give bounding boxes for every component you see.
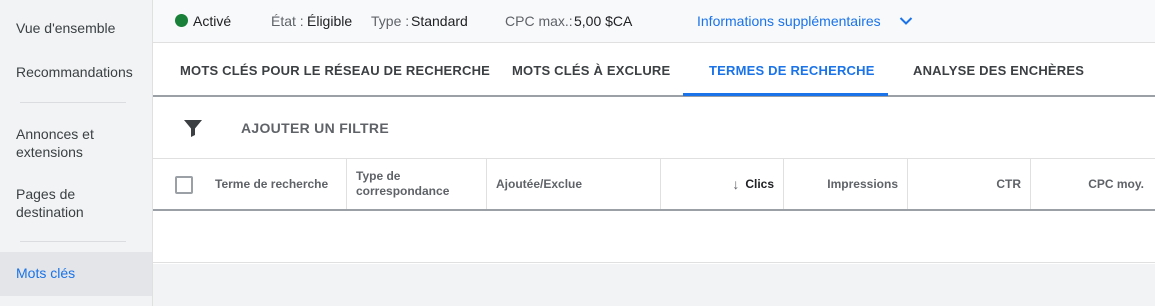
sidebar-item-landing-pages[interactable]: Pages de destination	[16, 185, 126, 221]
sidebar-item-label: Mots clés	[16, 265, 76, 281]
chevron-down-icon[interactable]	[898, 13, 914, 29]
add-filter-button[interactable]: AJOUTER UN FILTRE	[241, 120, 389, 136]
column-label: Ajoutée/Exclue	[496, 176, 583, 191]
tab-negative-keywords[interactable]: MOTS CLÉS À EXCLURE	[512, 63, 670, 78]
column-header-clicks[interactable]: ↓ Clics	[661, 159, 774, 209]
sidebar-item-ads-extensions[interactable]: Annonces et extensions	[16, 125, 126, 161]
active-tab-indicator	[683, 93, 888, 96]
column-header-impressions[interactable]: Impressions	[784, 159, 898, 209]
column-label: Impressions	[827, 176, 898, 191]
sidebar-item-label: Annonces et extensions	[16, 126, 94, 160]
cpc-label: CPC max.:	[505, 13, 573, 29]
state-value: Éligible	[307, 13, 353, 29]
filter-icon[interactable]	[183, 118, 203, 138]
more-info-link[interactable]: Informations supplémentaires	[697, 12, 881, 30]
tab-bar: MOTS CLÉS POUR LE RÉSEAU DE RECHERCHE MO…	[153, 43, 1155, 97]
column-label: Type de correspondance	[356, 169, 450, 198]
sidebar-divider	[20, 102, 126, 103]
sidebar: Vue d'ensemble Recommandations Annonces …	[0, 0, 153, 306]
type-value: Standard	[411, 13, 468, 29]
column-label: Clics	[745, 176, 774, 191]
table-body	[153, 211, 1155, 263]
select-all-checkbox[interactable]	[175, 176, 193, 194]
tab-auction-insights[interactable]: ANALYSE DES ENCHÈRES	[913, 63, 1084, 78]
column-separator	[486, 159, 487, 209]
column-header-avg-cpc[interactable]: CPC moy.	[1031, 159, 1144, 209]
column-label: CPC moy.	[1088, 176, 1144, 191]
column-label: Terme de recherche	[215, 176, 329, 191]
table-footer-area	[153, 264, 1155, 306]
cpc-value: 5,00 $CA	[574, 13, 633, 29]
type-label: Type :	[371, 13, 410, 29]
status-dot-icon	[175, 14, 188, 27]
sort-descending-icon: ↓	[732, 175, 740, 192]
tab-search-terms[interactable]: TERMES DE RECHERCHE	[709, 63, 875, 78]
sidebar-divider	[20, 241, 126, 242]
state-label: État :	[271, 13, 304, 29]
status-bar: Activé État : Éligible Type : Standard C…	[153, 0, 1155, 43]
column-header-search-term[interactable]: Terme de recherche	[215, 159, 343, 209]
sidebar-item-recommendations[interactable]: Recommandations	[16, 63, 133, 81]
tab-search-keywords[interactable]: MOTS CLÉS POUR LE RÉSEAU DE RECHERCHE	[180, 63, 490, 78]
column-separator	[346, 159, 347, 209]
column-header-ctr[interactable]: CTR	[908, 159, 1021, 209]
table-header: Terme de recherche Type de correspondanc…	[153, 159, 1155, 211]
filter-bar: AJOUTER UN FILTRE	[153, 97, 1155, 159]
column-header-added-excluded[interactable]: Ajoutée/Exclue	[496, 159, 656, 209]
sidebar-item-label: Vue d'ensemble	[16, 20, 116, 36]
sidebar-item-label: Recommandations	[16, 64, 133, 80]
sidebar-item-overview[interactable]: Vue d'ensemble	[16, 19, 115, 37]
status-text: Activé	[193, 13, 232, 29]
column-header-match-type[interactable]: Type de correspondance	[356, 159, 476, 209]
column-label: CTR	[996, 176, 1021, 191]
sidebar-item-label: Pages de destination	[16, 186, 84, 220]
